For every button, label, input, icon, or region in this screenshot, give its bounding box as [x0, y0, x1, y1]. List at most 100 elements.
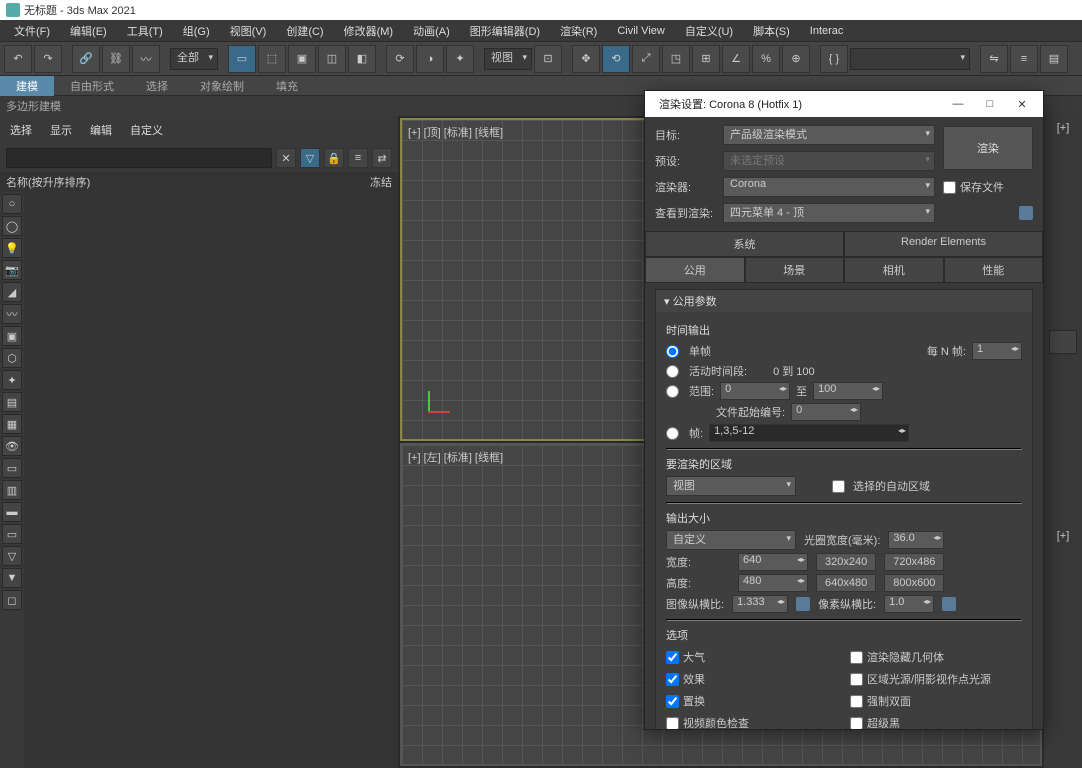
link-button[interactable]: 🔗	[72, 45, 100, 73]
se-tab-custom[interactable]: 自定义	[130, 122, 163, 138]
tab-system[interactable]: 系统	[645, 231, 844, 257]
placement-button[interactable]: ◳	[662, 45, 690, 73]
img-aspect-spinner[interactable]: 1.333	[732, 595, 788, 613]
filter-particle-icon[interactable]: ✦	[2, 370, 22, 390]
opt-arealights-checkbox[interactable]	[850, 673, 863, 686]
active-seg-radio[interactable]	[666, 365, 679, 378]
img-aspect-lock-icon[interactable]	[796, 597, 810, 611]
snap-toggle-button[interactable]: ⊞	[692, 45, 720, 73]
refresh-button[interactable]: ⟳	[386, 45, 414, 73]
opt-force2side-checkbox[interactable]	[850, 695, 863, 708]
rollup-header[interactable]: ▾ 公用参数	[656, 290, 1032, 312]
menu-render[interactable]: 渲染(R)	[550, 21, 607, 41]
savefile-checkbox[interactable]	[943, 181, 956, 194]
bind-button[interactable]: 〰	[132, 45, 160, 73]
range-to-spinner[interactable]: 100	[813, 382, 883, 400]
scene-list[interactable]	[24, 192, 398, 768]
ref-coord-combo[interactable]: 视图	[484, 48, 532, 70]
filter-spacewarp-icon[interactable]: 〰	[2, 304, 22, 324]
rotate-button[interactable]: ⟲	[602, 45, 630, 73]
filter-container-icon[interactable]: ▦	[2, 414, 22, 434]
filter-bone-icon[interactable]: ⬡	[2, 348, 22, 368]
viewto-lock-icon[interactable]	[1019, 206, 1033, 220]
view-options-icon[interactable]: ≡	[348, 148, 368, 168]
opt-hidden-checkbox[interactable]	[850, 651, 863, 664]
se-tab-select[interactable]: 选择	[10, 122, 32, 138]
menu-animation[interactable]: 动画(A)	[403, 21, 460, 41]
window-crossing-button[interactable]: ▣	[288, 45, 316, 73]
lock-icon[interactable]: 🔒	[324, 148, 344, 168]
tab-performance[interactable]: 性能	[944, 257, 1044, 283]
spinner-snap-button[interactable]: ⊕	[782, 45, 810, 73]
filter-helpers-icon[interactable]: ◢	[2, 282, 22, 302]
tab-render-elements[interactable]: Render Elements	[844, 231, 1043, 257]
se-tab-display[interactable]: 显示	[50, 122, 72, 138]
opt-effects-checkbox[interactable]	[666, 673, 679, 686]
menu-file[interactable]: 文件(F)	[4, 21, 60, 41]
range-radio[interactable]	[666, 385, 679, 398]
mirror-button[interactable]: ⇋	[980, 45, 1008, 73]
menu-modifiers[interactable]: 修改器(M)	[334, 21, 404, 41]
height-spinner[interactable]: 480	[738, 574, 808, 592]
redo-button[interactable]: ↷	[34, 45, 62, 73]
single-frame-radio[interactable]	[666, 345, 679, 358]
filter-lights-icon[interactable]: 💡	[2, 238, 22, 258]
preset-320x240[interactable]: 320x240	[816, 553, 876, 571]
frames-input[interactable]: 1,3,5-12	[709, 424, 909, 442]
named-sel-combo[interactable]	[850, 48, 970, 70]
sync-icon[interactable]: ⇄	[372, 148, 392, 168]
viewport-left-label[interactable]: [+] [左] [标准] [线框]	[408, 449, 503, 465]
viewto-combo[interactable]: 四元菜单 4 - 顶	[723, 203, 935, 223]
filter-frozen-icon[interactable]: 👁	[2, 436, 22, 456]
move-button[interactable]: ✥	[572, 45, 600, 73]
frames-radio[interactable]	[666, 427, 679, 440]
percent-snap-button[interactable]: %	[752, 45, 780, 73]
file-start-spinner[interactable]: 0	[791, 403, 861, 421]
use-center-button[interactable]: ⊡	[534, 45, 562, 73]
every-n-spinner[interactable]: 1	[972, 342, 1022, 360]
menu-civilview[interactable]: Civil View	[607, 23, 674, 39]
menu-graph[interactable]: 图形编辑器(D)	[460, 21, 550, 41]
width-spinner[interactable]: 640	[738, 553, 808, 571]
opt-atmos-checkbox[interactable]	[666, 651, 679, 664]
dialog-titlebar[interactable]: 渲染设置: Corona 8 (Hotfix 1) — □ ✕	[645, 91, 1043, 117]
close-button[interactable]: ✕	[1009, 94, 1035, 114]
select-button[interactable]: ▭	[228, 45, 256, 73]
filter-invert-icon[interactable]: ▽	[2, 546, 22, 566]
right-strip-btn-1[interactable]	[1049, 330, 1077, 354]
area-combo[interactable]: 视图	[666, 476, 796, 496]
viewport-top-label[interactable]: [+] [顶] [标准] [线框]	[408, 124, 503, 140]
filter-expand-icon[interactable]: ◻	[2, 590, 22, 610]
scene-search-input[interactable]	[6, 148, 272, 168]
col-frozen[interactable]: 冻结	[332, 174, 392, 190]
preset-640x480[interactable]: 640x480	[816, 574, 876, 592]
tab-scene[interactable]: 场景	[745, 257, 845, 283]
range-from-spinner[interactable]: 0	[720, 382, 790, 400]
render-button[interactable]: 渲染	[943, 126, 1033, 170]
named-sel-button[interactable]: { }	[820, 45, 848, 73]
filter-funnel-icon[interactable]: ▼	[2, 568, 22, 588]
select-region-button[interactable]: ◫	[318, 45, 346, 73]
opt-superblack-checkbox[interactable]	[850, 717, 863, 730]
menu-interactive[interactable]: Interac	[800, 23, 854, 39]
dialog-scroll-area[interactable]: ▾ 公用参数 时间输出 单帧 每 N 帧: 1 活动时间段: 0 到 100	[645, 283, 1043, 729]
menu-group[interactable]: 组(G)	[173, 21, 220, 41]
tab-camera[interactable]: 相机	[844, 257, 944, 283]
se-tab-edit[interactable]: 编辑	[90, 122, 112, 138]
renderer-combo[interactable]: Corona	[723, 177, 935, 197]
filter-none-icon[interactable]: ▭	[2, 524, 22, 544]
angle-snap-button[interactable]: ∠	[722, 45, 750, 73]
unlink-button[interactable]: ⛓	[102, 45, 130, 73]
ribbon-tab-populate[interactable]: 填充	[260, 76, 314, 96]
menu-edit[interactable]: 编辑(E)	[60, 21, 117, 41]
filter-groups-icon[interactable]: ▣	[2, 326, 22, 346]
clear-search-icon[interactable]: ✕	[276, 148, 296, 168]
ribbon-tab-freeform[interactable]: 自由形式	[54, 76, 130, 96]
opt-colorcheck-checkbox[interactable]	[666, 717, 679, 730]
menu-view[interactable]: 视图(V)	[220, 21, 277, 41]
output-size-combo[interactable]: 自定义	[666, 530, 796, 550]
preset-combo[interactable]: 未选定预设	[723, 151, 935, 171]
minimize-button[interactable]: —	[945, 94, 971, 114]
filter-shapes-icon[interactable]: ◯	[2, 216, 22, 236]
filter-geometry-icon[interactable]: ○	[2, 194, 22, 214]
